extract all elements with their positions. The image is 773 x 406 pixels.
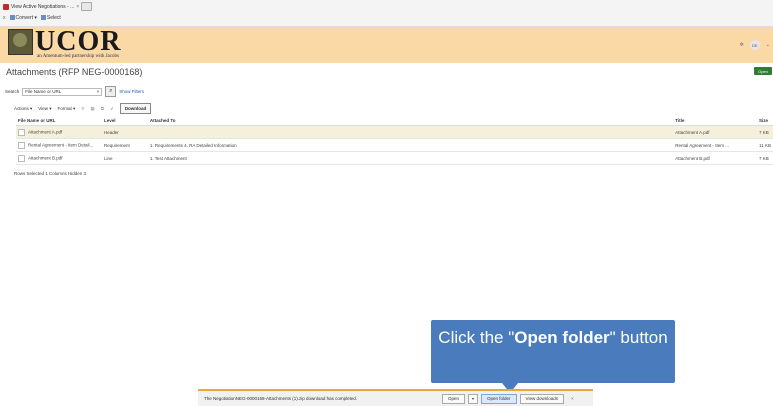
tab-title: View Active Negotiations - ...	[11, 3, 75, 10]
ucor-logo[interactable]: UCOR an Amentum-led partnership with Jac…	[8, 26, 122, 61]
table-row[interactable]: Attachment A.pdf Header Attachment A.pdf…	[16, 125, 773, 139]
column-header[interactable]: Size	[757, 115, 773, 126]
search-field-value: File Name or URL	[25, 89, 62, 94]
attached-to-cell	[147, 125, 674, 139]
callout-bold: Open folder	[514, 328, 610, 347]
convert-icon	[9, 14, 15, 20]
table-footer-status: Rows Selected 1 Columns Hidden 3	[14, 171, 87, 176]
table-row[interactable]: Rental Agreement - Item Detail... Requir…	[16, 138, 773, 152]
app-header: UCOR an Amentum-led partnership with Jac…	[0, 27, 773, 63]
size-cell: 7 KB	[757, 125, 773, 139]
level-cell: Requirement	[101, 138, 148, 152]
file-icon	[18, 154, 25, 162]
user-avatar[interactable]: DE	[749, 40, 760, 50]
open-download-button[interactable]: Open	[442, 393, 466, 404]
file-icon	[18, 141, 25, 149]
level-cell: Header	[101, 125, 148, 139]
size-cell: 11 KB	[757, 138, 773, 152]
brand-name: UCOR	[35, 26, 122, 57]
search-icon[interactable]: ⌕	[105, 86, 117, 97]
chevron-down-icon[interactable]: ⌄	[766, 42, 770, 48]
detach-icon[interactable]: ⧉	[101, 106, 104, 111]
select-label: Select	[46, 14, 61, 21]
column-header[interactable]: Level	[101, 115, 148, 126]
callout-suffix: " button	[609, 328, 668, 347]
wrap-icon[interactable]: ↲	[110, 106, 114, 112]
command-bar-close-icon[interactable]: x	[3, 15, 6, 21]
download-notification-bar: The NegotiationNEG-0000168-Attachments (…	[198, 389, 593, 406]
open-button[interactable]: Open	[754, 67, 772, 75]
table-toolbar: Actions ▾ View ▾ Format ▾ ⚲ ▦ ⧉ ↲ Downlo…	[14, 103, 152, 114]
select-icon	[40, 14, 46, 20]
file-cell[interactable]: Attachment B.pdf	[16, 151, 102, 165]
level-cell: Line	[101, 151, 148, 165]
attachments-table: File Name or URL Level Attached To Title…	[16, 115, 773, 165]
file-name: Rental Agreement - Item Detail...	[28, 142, 94, 148]
page-favicon-icon	[3, 3, 9, 10]
callout-prefix: Click the "	[438, 328, 515, 347]
column-header[interactable]: File Name or URL	[16, 115, 102, 126]
download-message: The NegotiationNEG-0000168-Attachments (…	[204, 396, 358, 401]
attached-to-cell: 1. Test Attachment	[147, 151, 674, 165]
tab-close-icon[interactable]: ×	[76, 4, 79, 10]
convert-button[interactable]: Convert ▾	[9, 14, 37, 21]
table-row[interactable]: Attachment B.pdf Line 1. Test Attachment…	[16, 151, 773, 165]
tutorial-callout: Click the "Open folder" button	[431, 320, 675, 393]
browser-tab[interactable]: View Active Negotiations - ... ×	[3, 2, 93, 11]
size-cell: 7 KB	[757, 151, 773, 165]
header-actions: ✲ DE ⌄	[740, 40, 770, 50]
page-title: Attachments (RFP NEG-0000168)	[6, 67, 143, 77]
attached-to-cell: 1. Requirements 4. RA Detailed Informati…	[147, 138, 674, 152]
file-cell[interactable]: Rental Agreement - Item Detail...	[16, 138, 102, 152]
convert-label: Convert	[15, 14, 34, 21]
settings-icon[interactable]: ✲	[740, 42, 744, 48]
actions-menu[interactable]: Actions ▾	[14, 106, 32, 112]
download-button[interactable]: Download	[119, 103, 152, 114]
select-button[interactable]: Select	[40, 14, 61, 21]
format-menu[interactable]: Format ▾	[57, 106, 75, 112]
freeze-icon[interactable]: ⚲	[81, 106, 84, 112]
title-cell: Attachment B.pdf	[673, 151, 758, 165]
file-icon	[18, 128, 25, 136]
file-name: Attachment B.pdf	[28, 155, 63, 161]
brand-tagline: an Amentum-led partnership with Jacobs	[37, 54, 119, 59]
browser-chrome: View Active Negotiations - ... × x Conve…	[0, 0, 773, 27]
search-label: Search	[5, 89, 20, 94]
search-bar: Search File Name or URL × ⌕ Show Filters	[5, 86, 144, 97]
new-tab-button[interactable]	[81, 2, 93, 11]
close-download-bar-icon[interactable]: ×	[571, 396, 574, 401]
open-options-chevron-icon[interactable]: ▾	[468, 393, 479, 404]
file-cell[interactable]: Attachment A.pdf	[16, 125, 102, 139]
command-bar: x Convert ▾ Select	[3, 13, 61, 22]
column-header[interactable]: Attached To	[147, 115, 674, 126]
table-header-row: File Name or URL Level Attached To Title…	[16, 115, 773, 126]
search-input[interactable]: File Name or URL ×	[22, 87, 103, 96]
title-cell: Attachment A.pdf	[673, 125, 758, 139]
show-filters-link[interactable]: Show Filters	[119, 89, 144, 94]
grid-icon[interactable]: ▦	[91, 106, 95, 112]
view-downloads-button[interactable]: View downloads	[519, 393, 564, 404]
clear-search-icon[interactable]: ×	[97, 89, 100, 94]
view-menu[interactable]: View ▾	[38, 106, 51, 112]
tree-logo-icon	[8, 29, 33, 55]
file-name: Attachment A.pdf	[28, 129, 63, 135]
open-folder-button[interactable]: Open folder	[481, 393, 517, 404]
title-cell: Rental Agreement - Item ...	[673, 138, 758, 152]
column-header[interactable]: Title	[673, 115, 758, 126]
